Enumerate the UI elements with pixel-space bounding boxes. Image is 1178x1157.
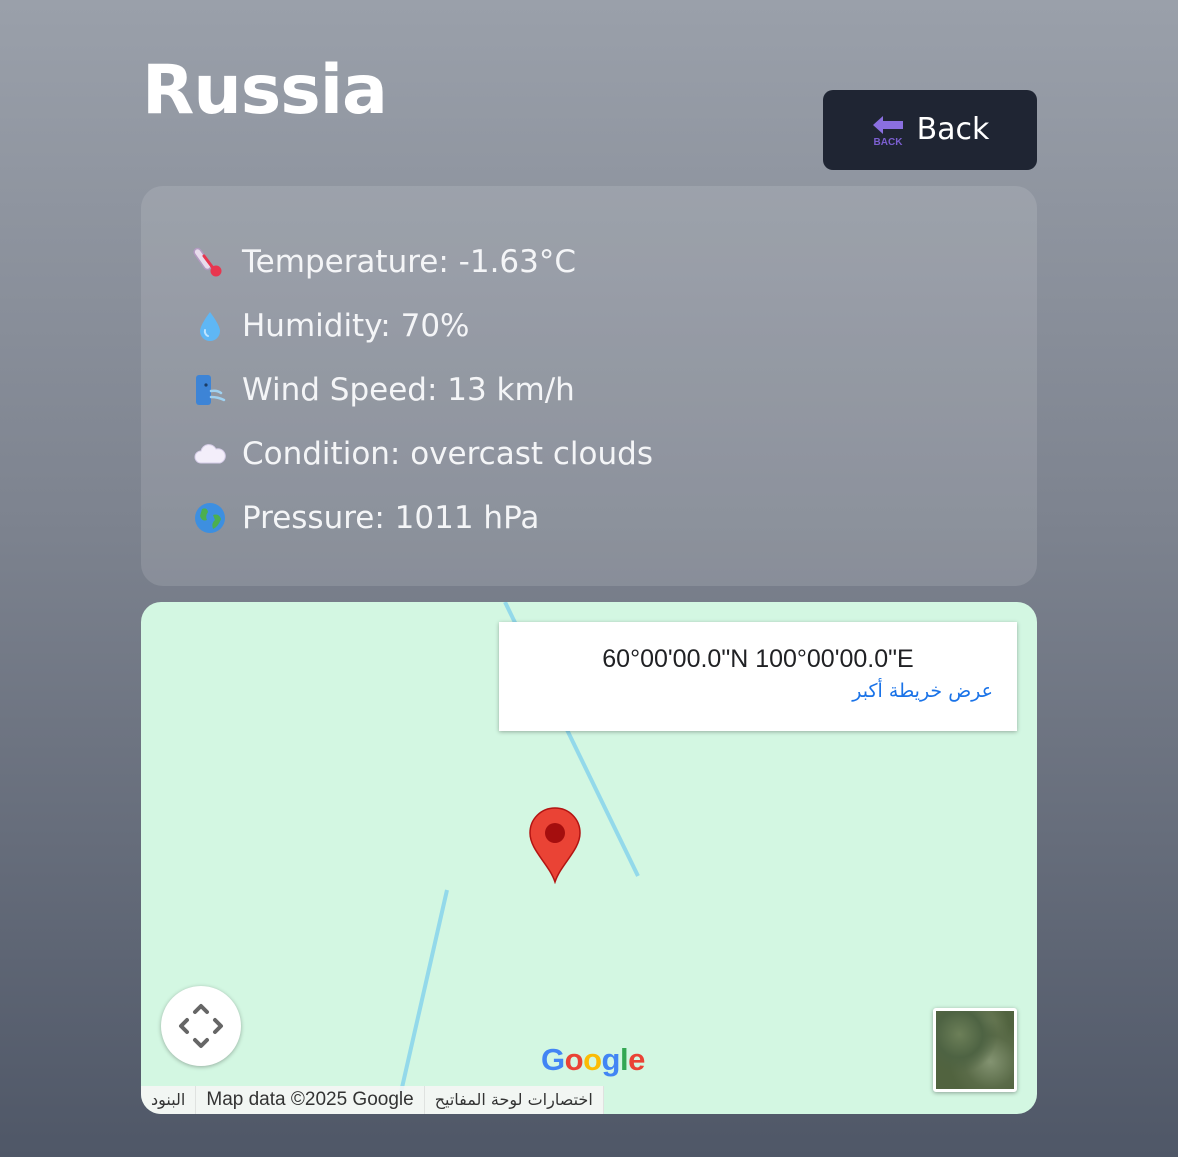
keyboard-shortcuts-link[interactable]: اختصارات لوحة المفاتيح	[424, 1086, 604, 1114]
weather-item-temperature: Temperature: -1.63°C	[193, 230, 653, 294]
river-line	[399, 889, 449, 1093]
globe-icon	[195, 503, 225, 533]
weather-item-humidity: Humidity: 70%	[193, 294, 653, 358]
map-embed[interactable]: 60°00'00.0"N 100°00'00.0"E عرض خريطة أكب…	[141, 602, 1037, 1114]
map-pin-icon[interactable]	[527, 806, 583, 884]
weather-item-text: Pressure: 1011 hPa	[242, 500, 540, 536]
droplet-icon	[200, 312, 220, 341]
satellite-layer-toggle[interactable]	[933, 1008, 1017, 1092]
weather-item-text: Temperature: -1.63°C	[242, 244, 577, 280]
weather-item-pressure: Pressure: 1011 hPa	[193, 486, 653, 550]
weather-list: Temperature: -1.63°C Humidity: 70% Wind …	[193, 230, 653, 550]
weather-item-text: Wind Speed: 13 km/h	[242, 372, 575, 408]
place-info-card: 60°00'00.0"N 100°00'00.0"E عرض خريطة أكب…	[499, 622, 1017, 731]
weather-item-wind: Wind Speed: 13 km/h	[193, 358, 653, 422]
weather-item-text: Condition: overcast clouds	[242, 436, 653, 472]
back-button-label: Back	[916, 112, 990, 147]
wind-face-icon	[196, 375, 226, 405]
thermometer-icon	[193, 247, 222, 277]
view-larger-map-link[interactable]: عرض خريطة أكبر	[523, 680, 993, 702]
svg-text:BACK: BACK	[873, 137, 903, 147]
weather-card: Temperature: -1.63°C Humidity: 70% Wind …	[141, 186, 1037, 586]
page-title: Russia	[142, 51, 388, 130]
map-attribution-bar: البنود Map data ©2025 Google اختصارات لو…	[141, 1086, 604, 1114]
place-coordinates: 60°00'00.0"N 100°00'00.0"E	[602, 645, 914, 673]
terms-link[interactable]: البنود	[141, 1086, 197, 1114]
map-pan-control[interactable]	[161, 986, 241, 1066]
cloud-icon	[194, 444, 226, 464]
back-button[interactable]: BACK Back	[823, 90, 1037, 170]
back-arrow-icon: BACK	[872, 116, 903, 147]
weather-item-condition: Condition: overcast clouds	[193, 422, 653, 486]
google-logo: Google	[541, 1042, 645, 1077]
map-data-credit: Map data ©2025 Google	[196, 1086, 425, 1114]
weather-item-text: Humidity: 70%	[242, 308, 470, 344]
move-arrows-icon	[179, 1004, 223, 1048]
